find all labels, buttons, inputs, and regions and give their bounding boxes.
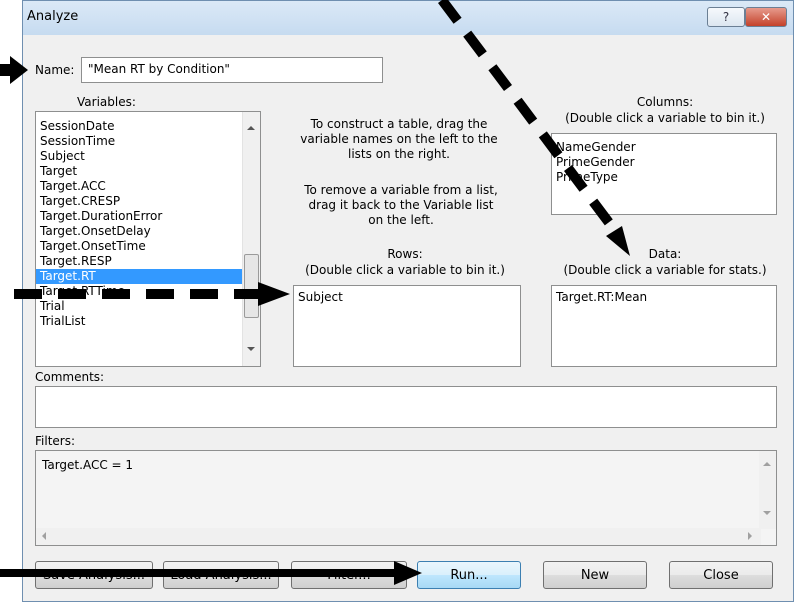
comments-field[interactable] [35, 386, 777, 428]
filters-scroll-up-icon[interactable] [763, 462, 771, 466]
columns-list[interactable]: NameGender PrimeGender PrimeType [551, 133, 777, 215]
list-item[interactable]: Target.RT:Mean [552, 290, 776, 305]
list-item[interactable]: Target [36, 164, 260, 179]
rows-list[interactable]: Subject [293, 285, 521, 367]
new-label: New [580, 567, 610, 583]
list-item[interactable]: NameGender [552, 140, 776, 155]
list-item[interactable]: Subject [36, 149, 260, 164]
load-analysis-label: Load Analysis... [170, 567, 272, 583]
name-field[interactable]: "Mean RT by Condition" [81, 57, 383, 83]
columns-label: Columns: [636, 95, 694, 109]
scroll-up-icon[interactable] [247, 126, 255, 130]
data-label: Data: [648, 247, 682, 261]
scroll-down-icon[interactable] [247, 347, 255, 351]
load-analysis-button[interactable]: Load Analysis... [163, 561, 279, 589]
filters-scroll-right-icon[interactable] [748, 532, 752, 540]
list-item[interactable]: TrialList [36, 314, 260, 329]
list-item[interactable]: Target.OnsetTime [36, 239, 260, 254]
save-analysis-button[interactable]: Save Analysis... [35, 561, 153, 589]
filters-hscrollbar[interactable] [36, 528, 761, 545]
help-button[interactable]: ? [707, 7, 745, 27]
new-button[interactable]: New [543, 561, 647, 589]
list-item[interactable]: Trial [36, 299, 260, 314]
filters-scroll-down-icon[interactable] [763, 511, 771, 515]
help-icon: ? [722, 10, 730, 24]
list-item[interactable]: Target.RTTime [36, 284, 260, 299]
list-item[interactable]: SessionDate [36, 119, 260, 134]
comments-label: Comments: [35, 370, 105, 384]
close-button[interactable]: Close [669, 561, 773, 589]
list-item[interactable]: Target.RESP [36, 254, 260, 269]
data-hint: (Double click a variable for stats.) [563, 263, 767, 277]
filters-value: Target.ACC = 1 [42, 458, 134, 472]
title-bar: Analyze ? ✕ [23, 1, 793, 35]
columns-hint: (Double click a variable to bin it.) [565, 111, 765, 125]
save-analysis-label: Save Analysis... [42, 567, 145, 583]
variables-label: Variables: [77, 95, 136, 109]
name-field-value: "Mean RT by Condition" [88, 62, 230, 76]
remove-instructions: To remove a variable from a list, drag i… [304, 183, 498, 227]
rows-label: Rows: [387, 247, 423, 261]
variables-scroll-thumb[interactable] [244, 254, 259, 318]
filters-vscrollbar[interactable] [759, 451, 776, 529]
window-title: Analyze [27, 9, 79, 24]
list-item[interactable]: Target.OnsetDelay [36, 224, 260, 239]
list-item[interactable]: Target.ACC [36, 179, 260, 194]
list-item[interactable]: SessionTime [36, 134, 260, 149]
list-item[interactable]: Target.DurationError [36, 209, 260, 224]
filters-field[interactable]: Target.ACC = 1 [35, 450, 777, 546]
construct-instructions: To construct a table, drag the variable … [300, 117, 498, 161]
close-icon: ✕ [760, 10, 772, 24]
filters-label: Filters: [35, 434, 76, 448]
variables-scrollbar[interactable] [242, 112, 260, 366]
run-button[interactable]: Run... [417, 561, 521, 589]
rows-hint: (Double click a variable to bin it.) [305, 263, 505, 277]
list-item[interactable]: Target.CRESP [36, 194, 260, 209]
variables-list[interactable]: SessionDate SessionTime Subject Target Targe… [35, 111, 261, 367]
run-label: Run... [450, 567, 488, 583]
filters-scroll-left-icon[interactable] [42, 532, 46, 540]
name-label: Name: [35, 63, 75, 77]
list-item[interactable]: Target.RT [36, 269, 260, 284]
list-item[interactable]: PrimeType [552, 170, 776, 185]
filter-button[interactable]: Filter... [291, 561, 407, 589]
window-close-button[interactable]: ✕ [745, 7, 787, 27]
list-item[interactable]: Subject [294, 290, 520, 305]
filter-label: Filter... [327, 567, 371, 583]
data-list[interactable]: Target.RT:Mean [551, 285, 777, 367]
close-label: Close [703, 567, 739, 583]
list-item[interactable]: PrimeGender [552, 155, 776, 170]
analyze-dialog: Analyze ? ✕ Name: "Mean RT by Condition"… [22, 0, 794, 602]
